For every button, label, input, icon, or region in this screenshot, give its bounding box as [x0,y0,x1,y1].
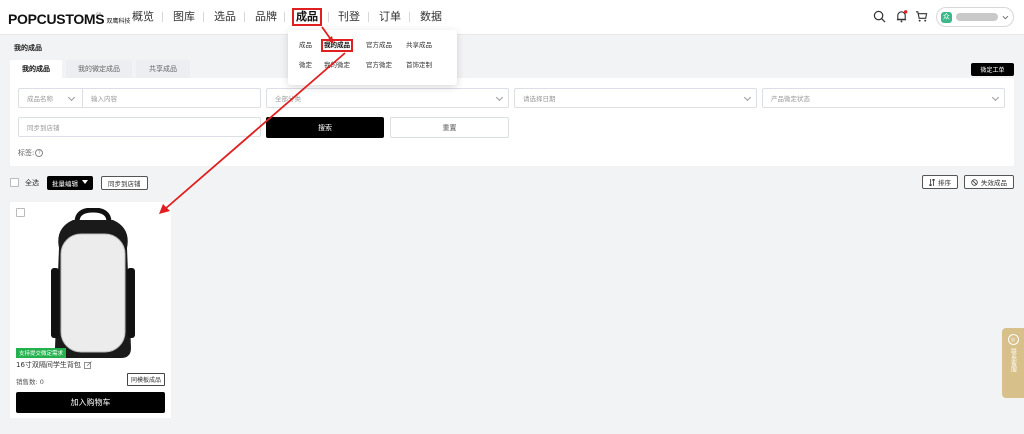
nav-divider [244,12,245,22]
product-checkbox[interactable] [16,208,25,217]
sales-count: 销售数: 0 [16,378,44,386]
list-actions: 排序 失效成品 [922,175,1014,189]
nav-divider [328,12,329,22]
nav-products[interactable]: 成品 [292,8,322,26]
page-title: 我的成品 [14,44,42,52]
logo[interactable]: POPCUSTOMS 双鹰科技 .cn [8,10,130,26]
menu-item-my-products[interactable]: 我的成品 [321,39,353,52]
logo-sub: 双鹰科技 [106,18,131,25]
customizable-badge: 支持提交微定需求 [16,348,67,358]
sort-icon [929,178,935,186]
bulk-actions: 全选 批量编辑 同步到店铺 [10,175,148,190]
invalid-products-label: 失效成品 [981,179,1007,187]
name-field-select-label: 成品名称 [27,95,53,103]
customer-service-label: 联系客服 [1009,348,1017,372]
nav-divider [284,12,285,22]
nav-orders[interactable]: 订单 [379,10,401,24]
date-picker-label: 请选择日期 [523,95,556,103]
caret-down-icon [82,180,88,184]
chevron-down-icon [67,93,76,102]
nav-data[interactable]: 数据 [420,10,442,24]
backpack-image [51,208,135,358]
category-select-label: 全部分类 [275,95,301,103]
nav-gallery[interactable]: 图库 [173,10,195,24]
menu-item-custom[interactable]: 微定 [299,61,312,70]
nav-divider [409,12,410,22]
chevron-down-icon [743,93,752,102]
product-name[interactable]: 16寸双隔间学生背包 [16,360,81,370]
select-all-label: 全选 [25,178,39,187]
name-filter: 成品名称 输入内容 [18,88,261,108]
products-dropdown: 成品 我的成品 官方成品 共享成品 微定 我的微定 官方微定 首饰定制 [288,30,457,85]
nav-divider [368,12,369,22]
headset-icon: ◎ [1007,334,1019,345]
nav-selection[interactable]: 选品 [214,10,236,24]
user-menu[interactable]: 众 用户 [936,7,1014,27]
category-select[interactable]: 全部分类 [266,88,509,108]
date-picker[interactable]: 请选择日期 [514,88,757,108]
nav-overview[interactable]: 概览 [132,10,154,24]
menu-item-my-custom[interactable]: 我的微定 [324,61,350,70]
name-input[interactable]: 输入内容 [83,93,117,103]
nav-listing[interactable]: 刊登 [338,10,360,24]
logo-domain: .cn [95,11,102,16]
sort-button[interactable]: 排序 [922,175,958,189]
help-icon[interactable]: ? [35,149,44,157]
menu-item-official-products[interactable]: 官方成品 [366,41,392,50]
cart-icon[interactable] [915,10,928,23]
tags-filter[interactable]: 标签: ? [18,148,44,158]
edit-icon[interactable] [84,361,92,369]
menu-item-official-custom[interactable]: 官方微定 [366,61,392,70]
tags-label: 标签: [18,149,35,157]
product-name-row: 16寸双隔间学生背包 [16,360,92,370]
product-card[interactable]: 支持提交微定需求 16寸双隔间学生背包 销售数: 0 同模板成品 加入购物车 [10,202,171,418]
chevron-down-icon [991,93,1000,102]
add-to-cart-button[interactable]: 加入购物车 [16,392,165,413]
sync-store-select-label: 同步到店铺 [27,124,60,132]
bell-icon[interactable] [895,10,908,23]
status-select-label: 产品微定状态 [771,95,810,103]
bulk-edit-label: 批量编辑 [52,179,78,188]
chevron-down-icon [495,93,504,102]
user-name-redacted: 用户 [955,13,999,21]
nav-brand[interactable]: 品牌 [255,10,277,24]
custom-order-button[interactable]: 微定工单 [971,63,1014,76]
nav-divider [203,12,204,22]
sync-store-select[interactable]: 同步到店铺 [18,117,261,137]
top-nav: POPCUSTOMS 双鹰科技 .cn 概览 图库 选品 品牌 成品 刊登 订单… [0,0,1024,35]
tab-my-custom-products[interactable]: 我的微定成品 [66,60,132,78]
nav-divider [162,12,163,22]
search-button[interactable]: 搜索 [266,117,384,138]
sort-label: 排序 [938,179,951,187]
bulk-edit-button[interactable]: 批量编辑 [47,175,93,190]
customer-service-widget[interactable]: ◎ 联系客服 [1002,328,1024,398]
tab-my-products[interactable]: 我的成品 [10,60,62,78]
logo-text: POPCUSTOMS [8,11,105,27]
menu-item-shared-products[interactable]: 共享成品 [406,41,432,50]
menu-item-products[interactable]: 成品 [299,41,312,50]
avatar: 众 [941,11,952,23]
status-select[interactable]: 产品微定状态 [762,88,1005,108]
invalid-products-button[interactable]: 失效成品 [964,175,1014,189]
reset-button[interactable]: 重置 [390,117,509,138]
select-all-checkbox[interactable] [10,178,19,187]
chevron-down-icon [1002,15,1009,19]
search-icon[interactable] [873,10,886,23]
same-template-button[interactable]: 同模板成品 [126,373,165,386]
name-field-select[interactable]: 成品名称 [19,89,83,107]
block-icon [971,178,978,186]
sync-store-button[interactable]: 同步到店铺 [101,175,148,190]
menu-item-jewelry-custom[interactable]: 首饰定制 [406,61,432,70]
tab-shared-products[interactable]: 共享成品 [136,60,190,78]
